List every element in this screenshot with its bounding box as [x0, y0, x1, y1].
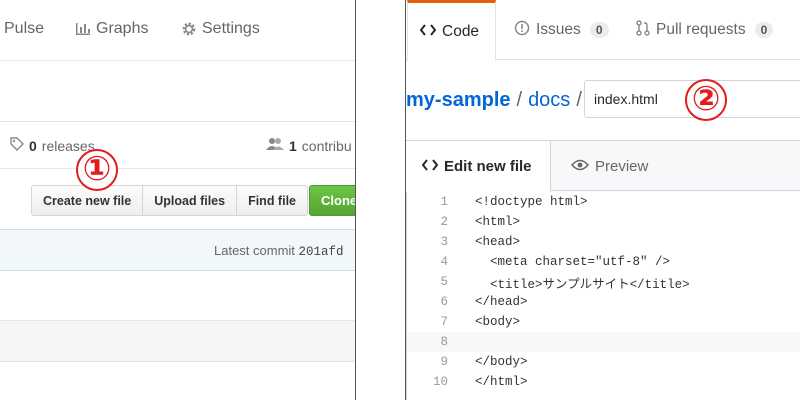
code-icon — [419, 23, 437, 42]
file-list-row — [0, 320, 355, 362]
breadcrumb: my-sample / docs / — [406, 82, 588, 118]
code-line[interactable]: 1 <!doctype html> — [407, 192, 800, 212]
breadcrumb-separator: / — [576, 88, 582, 111]
line-number: 9 — [440, 355, 448, 369]
right-panel: Code Issues 0 Pull requests 0 my-sample … — [406, 0, 800, 400]
line-number: 5 — [440, 275, 448, 289]
people-icon — [266, 137, 284, 154]
line-number: 10 — [432, 375, 448, 389]
issues-count: 0 — [589, 22, 609, 38]
commit-sha[interactable]: 201afd — [299, 245, 344, 259]
line-number: 7 — [440, 315, 448, 329]
gear-icon — [181, 21, 197, 37]
tab-preview-label: Preview — [595, 157, 649, 175]
upload-files-button[interactable]: Upload files — [143, 185, 238, 216]
commit-bar: Latest commit 201afd — [0, 229, 355, 271]
code-line[interactable]: 10 </html> — [407, 372, 800, 392]
code-line[interactable]: 7 <body> — [407, 312, 800, 332]
repo-tabs: Code Issues 0 Pull requests 0 — [406, 0, 800, 61]
left-panel: Pulse Graphs Settings 0 releases 1 contr… — [0, 0, 355, 400]
tab-edit-label: Edit new file — [444, 158, 532, 175]
marker-2: ② — [685, 79, 727, 121]
line-number: 4 — [440, 255, 448, 269]
eye-icon — [570, 158, 590, 175]
panel-divider — [355, 0, 406, 400]
line-text: <title>サンプルサイト</title> — [475, 277, 690, 292]
marker-1: ① — [76, 149, 118, 191]
line-text: <!doctype html> — [475, 195, 588, 209]
nav-settings[interactable]: Settings — [181, 20, 260, 38]
nav-graphs[interactable]: Graphs — [75, 20, 148, 38]
find-file-button[interactable]: Find file — [237, 185, 308, 216]
code-line[interactable]: 8 — [407, 332, 800, 352]
create-new-file-button[interactable]: Create new file — [31, 185, 144, 216]
line-text: <body> — [475, 315, 521, 329]
code-line[interactable]: 2 <html> — [407, 212, 800, 232]
pull-request-icon — [636, 19, 650, 41]
file-button-group: Create new file Upload files Find file — [31, 185, 308, 216]
line-number: 1 — [440, 195, 448, 209]
contributors-label: contribu — [301, 137, 352, 154]
tab-code[interactable]: Code — [407, 0, 496, 61]
line-text: </html> — [475, 375, 528, 389]
tab-issues-label: Issues — [536, 21, 581, 38]
breadcrumb-repo[interactable]: my-sample — [406, 89, 511, 112]
contributors-count: 1 — [289, 137, 297, 154]
tab-issues[interactable]: Issues 0 — [502, 0, 621, 60]
line-text: <head> — [475, 235, 521, 249]
line-text: <html> — [475, 215, 521, 229]
latest-commit: Latest commit 201afd — [214, 243, 344, 259]
contributors-link[interactable]: 1 contribu — [266, 137, 352, 154]
nav-pulse[interactable]: Pulse — [4, 20, 44, 38]
graph-icon — [75, 21, 91, 37]
tab-pull-requests[interactable]: Pull requests 0 — [624, 0, 785, 60]
code-line[interactable]: 5 <title>サンプルサイト</title> — [407, 272, 800, 292]
tab-pull-requests-label: Pull requests — [656, 21, 746, 38]
releases-link[interactable]: 0 releases — [10, 137, 95, 154]
line-number: 8 — [440, 335, 448, 349]
pull-requests-count: 0 — [754, 22, 774, 38]
code-line[interactable]: 4 <meta charset="utf-8" /> — [407, 252, 800, 272]
tab-preview[interactable]: Preview — [555, 141, 664, 191]
code-line[interactable]: 6 </head> — [407, 292, 800, 312]
code-line[interactable]: 3 <head> — [407, 232, 800, 252]
line-text: <meta charset="utf-8" /> — [475, 255, 671, 269]
code-icon — [421, 158, 439, 176]
issue-icon — [514, 20, 530, 41]
line-number: 2 — [440, 215, 448, 229]
code-line[interactable]: 9 </body> — [407, 352, 800, 372]
repo-stats: 0 releases 1 contribu — [0, 121, 355, 169]
editor-tabs: Edit new file Preview — [406, 141, 800, 192]
code-area[interactable]: 1 <!doctype html> 2 <html> 3 <head> 4 <meta ch… — [407, 192, 800, 392]
releases-count: 0 — [29, 137, 37, 154]
nav-settings-label: Settings — [202, 20, 260, 37]
tab-code-label: Code — [442, 23, 480, 40]
line-text: </head> — [475, 295, 528, 309]
breadcrumb-separator: / — [516, 88, 523, 111]
clone-button[interactable]: Clone — [309, 185, 355, 216]
nav-graphs-label: Graphs — [96, 20, 149, 37]
line-text: </body> — [475, 355, 528, 369]
file-editor: Edit new file Preview 1 <!doctype html> 2 <… — [406, 140, 800, 400]
line-number: 3 — [440, 235, 448, 249]
tab-edit-new-file[interactable]: Edit new file — [406, 141, 551, 192]
breadcrumb-dir[interactable]: docs — [528, 89, 570, 112]
line-number: 6 — [440, 295, 448, 309]
repo-nav: Pulse Graphs Settings — [0, 0, 355, 61]
tag-icon — [10, 137, 24, 154]
latest-commit-label: Latest commit — [214, 243, 299, 258]
nav-pulse-label: Pulse — [4, 20, 45, 37]
